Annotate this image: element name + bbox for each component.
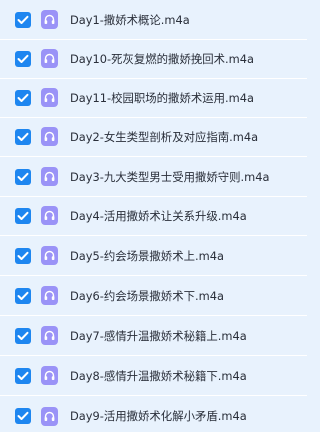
file-row[interactable]: Day6-约会场景撒娇术下.m4a (0, 276, 307, 316)
checkbox-checked[interactable] (15, 11, 31, 28)
checkmark-icon (17, 371, 29, 380)
checkbox-checked[interactable] (15, 89, 31, 106)
checkmark-icon (17, 15, 29, 24)
audio-file-icon (41, 326, 58, 345)
file-name: Day9-活用撒娇术化解小矛盾.m4a (70, 409, 247, 423)
file-name: Day6-约会场景撒娇术下.m4a (70, 288, 224, 303)
audio-file-icon (41, 10, 58, 29)
checkbox-checked[interactable] (15, 207, 31, 224)
audio-file-icon (41, 286, 58, 305)
file-row[interactable]: Day1-撒娇术概论.m4a (0, 0, 307, 40)
file-name: Day5-约会场景撒娇术上.m4a (70, 248, 224, 263)
file-row[interactable]: Day3-九大类型男士受用撒娇守则.m4a (0, 157, 307, 197)
audio-file-icon (41, 246, 58, 265)
checkbox-checked[interactable] (15, 168, 31, 185)
checkmark-icon (17, 291, 29, 300)
file-name: Day10-死灰复燃的撒娇挽回术.m4a (70, 51, 254, 66)
file-row[interactable]: Day11-校园职场的撒娇术运用.m4a (0, 78, 307, 118)
file-row[interactable]: Day8-感情升温撒娇术秘籍下.m4a (0, 356, 307, 396)
checkmark-icon (17, 251, 29, 260)
file-name: Day3-九大类型男士受用撒娇守则.m4a (70, 169, 270, 184)
audio-file-icon (41, 88, 58, 107)
file-name: Day4-活用撒娇术让关系升级.m4a (70, 208, 247, 223)
audio-file-icon (41, 406, 58, 426)
checkbox-checked[interactable] (15, 287, 31, 304)
checkbox-checked[interactable] (15, 367, 31, 384)
checkbox-checked[interactable] (15, 247, 31, 264)
checkmark-icon (17, 132, 29, 141)
checkmark-icon (17, 54, 29, 63)
audio-file-icon (41, 127, 58, 146)
checkbox-checked[interactable] (15, 327, 31, 344)
audio-file-icon (41, 206, 58, 225)
file-name: Day7-感情升温撒娇术秘籍上.m4a (70, 328, 247, 343)
audio-file-icon (41, 167, 58, 186)
checkmark-icon (17, 172, 29, 181)
file-name: Day1-撒娇术概论.m4a (70, 12, 190, 27)
checkmark-icon (17, 331, 29, 340)
file-row[interactable]: Day5-约会场景撒娇术上.m4a (0, 236, 307, 276)
checkmark-icon (17, 93, 29, 102)
file-row[interactable]: Day9-活用撒娇术化解小矛盾.m4a (0, 396, 307, 432)
file-row[interactable]: Day2-女生类型剖析及对应指南.m4a (0, 117, 307, 157)
audio-file-icon (41, 49, 58, 68)
file-name: Day11-校园职场的撒娇术运用.m4a (70, 90, 254, 105)
checkmark-icon (17, 211, 29, 220)
file-row[interactable]: Day7-感情升温撒娇术秘籍上.m4a (0, 316, 307, 356)
file-list: Day1-撒娇术概论.m4a Day10-死灰复燃的撒娇挽回术.m4a Day1… (0, 0, 307, 432)
file-row[interactable]: Day4-活用撒娇术让关系升级.m4a (0, 196, 307, 236)
checkbox-checked[interactable] (15, 50, 31, 67)
checkbox-checked[interactable] (15, 408, 31, 424)
checkbox-checked[interactable] (15, 128, 31, 145)
file-name: Day8-感情升温撒娇术秘籍下.m4a (70, 368, 247, 383)
checkmark-icon (17, 411, 29, 420)
file-name: Day2-女生类型剖析及对应指南.m4a (70, 129, 259, 144)
audio-file-icon (41, 366, 58, 385)
file-row[interactable]: Day10-死灰复燃的撒娇挽回术.m4a (0, 39, 307, 79)
